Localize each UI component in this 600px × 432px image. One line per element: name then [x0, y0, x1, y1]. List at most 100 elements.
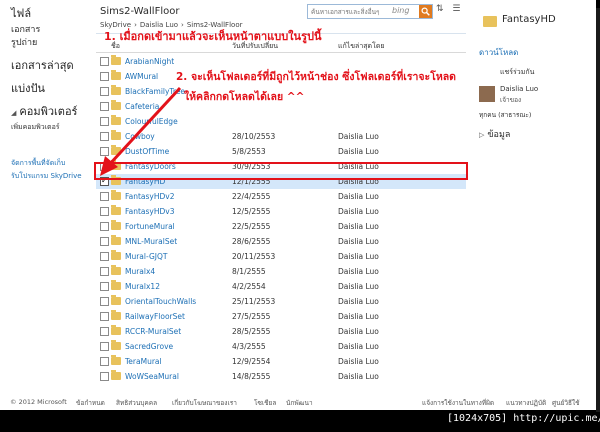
file-owner: Daislia Luo: [338, 207, 379, 216]
footer-link-privacy[interactable]: สิทธิส่วนบุคคล: [116, 398, 157, 408]
file-date: 14/8/2555: [232, 372, 271, 381]
row-checkbox[interactable]: [100, 282, 109, 291]
copyright: © 2012 Microsoft: [10, 398, 67, 406]
manage-storage-link[interactable]: จัดการพื้นที่จัดเก็บ: [11, 158, 65, 169]
file-date: 12/9/2554: [232, 357, 271, 366]
file-name[interactable]: Muralx12: [125, 282, 160, 291]
file-date: 4/2/2554: [232, 282, 266, 291]
footer-link-developers[interactable]: นักพัฒนา: [286, 398, 313, 408]
file-owner: Daislia Luo: [338, 297, 379, 306]
file-name[interactable]: Mural-GJQT: [125, 252, 167, 261]
table-row[interactable]: FortuneMural 22/5/2555 Daislia Luo: [96, 219, 466, 234]
annotation-step-1: 1. เมื่อกดเข้ามาแล้วจะเห็นหน้าตาแบบในรูป…: [104, 30, 322, 43]
folder-icon: [111, 70, 121, 80]
row-checkbox[interactable]: [100, 267, 109, 276]
owner-role: เจ้าของ: [500, 96, 522, 104]
search-button[interactable]: [419, 5, 432, 18]
footer-link-guidelines[interactable]: แนวทางปฏิบัติ: [506, 398, 546, 408]
row-checkbox[interactable]: [100, 207, 109, 216]
file-name[interactable]: FantasyHDv2: [125, 192, 174, 201]
row-checkbox[interactable]: [100, 357, 109, 366]
row-checkbox[interactable]: [100, 57, 109, 66]
file-date: 25/11/2553: [232, 297, 276, 306]
screenshot: ไฟล์ เอกสาร รูปถ่าย เอกสารล่าสุด แบ่งปัน…: [0, 0, 600, 432]
table-row[interactable]: RailwayFloorSet 27/5/2555 Daislia Luo: [96, 309, 466, 324]
table-row[interactable]: Muralx12 4/2/2554 Daislia Luo: [96, 279, 466, 294]
expand-triangle-icon[interactable]: ◢: [11, 109, 16, 117]
download-link[interactable]: ดาวน์โหลด: [479, 46, 518, 59]
table-row[interactable]: Muralx4 8/1/2555 Daislia Luo: [96, 264, 466, 279]
folder-icon: [111, 220, 121, 230]
search-placeholder: ค้นหาเอกสารและสิ่งอื่นๆ: [311, 8, 380, 16]
file-name[interactable]: AWMural: [125, 72, 158, 81]
sidebar-item-computers[interactable]: ◢ คอมพิวเตอร์: [11, 102, 77, 120]
row-checkbox[interactable]: [100, 342, 109, 351]
sidebar-item-recent[interactable]: เอกสารล่าสุด: [11, 56, 74, 74]
row-checkbox[interactable]: [100, 192, 109, 201]
file-name[interactable]: OrientalTouchWalls: [125, 297, 196, 306]
table-row[interactable]: WoWSeaMural 14/8/2555 Daislia Luo: [96, 369, 466, 384]
row-checkbox[interactable]: [100, 297, 109, 306]
sidebar-item-documents[interactable]: เอกสาร: [11, 22, 40, 36]
row-checkbox[interactable]: [100, 327, 109, 336]
owner-name[interactable]: Daislia Luo: [500, 85, 538, 93]
table-row[interactable]: Mural-GJQT 20/11/2553 Daislia Luo: [96, 249, 466, 264]
file-name[interactable]: RailwayFloorSet: [125, 312, 185, 321]
file-date: 28/10/2553: [232, 132, 276, 141]
footer-link-report-abuse[interactable]: แจ้งการใช้งานในทางที่ผิด: [422, 398, 494, 408]
folder-icon: [111, 295, 121, 305]
row-checkbox[interactable]: [100, 237, 109, 246]
file-name[interactable]: SacredGrove: [125, 342, 173, 351]
file-name[interactable]: TeraMural: [125, 357, 162, 366]
file-owner: Daislia Luo: [338, 147, 379, 156]
table-row[interactable]: RCCR-MuralSet 28/5/2555 Daislia Luo: [96, 324, 466, 339]
footer: © 2012 Microsoft ข้อกำหนด สิทธิส่วนบุคคล…: [0, 396, 596, 410]
add-computer-link[interactable]: เพิ่มคอมพิวเตอร์: [11, 122, 60, 133]
file-name[interactable]: ArabianNight: [125, 57, 174, 66]
file-owner: Daislia Luo: [338, 192, 379, 201]
sidebar-item-files[interactable]: ไฟล์: [11, 4, 31, 22]
file-name[interactable]: Muralx4: [125, 267, 155, 276]
file-date: 20/11/2553: [232, 252, 276, 261]
table-row[interactable]: TeraMural 12/9/2554 Daislia Luo: [96, 354, 466, 369]
row-checkbox[interactable]: [100, 72, 109, 81]
folder-icon: [111, 355, 121, 365]
get-skydrive-app-link[interactable]: รับโปรแกรม SkyDrive: [11, 171, 82, 182]
file-name[interactable]: RCCR-MuralSet: [125, 327, 181, 336]
search-input[interactable]: ค้นหาเอกสารและสิ่งอื่นๆ bing: [307, 4, 433, 19]
footer-link-terms[interactable]: ข้อกำหนด: [76, 398, 105, 408]
file-date: 22/5/2555: [232, 222, 271, 231]
file-owner: Daislia Luo: [338, 312, 379, 321]
footer-link-ads[interactable]: เกี่ยวกับโฆษณาของเรา: [172, 398, 237, 408]
footer-link-social[interactable]: โซเชียล: [254, 398, 276, 408]
file-name[interactable]: MNL-MuralSet: [125, 237, 177, 246]
table-row[interactable]: ArabianNight: [96, 54, 466, 69]
file-owner: Daislia Luo: [338, 282, 379, 291]
watermark: [1024x705] http://upic.me/: [447, 413, 600, 424]
file-date: 22/4/2555: [232, 192, 271, 201]
row-checkbox[interactable]: [100, 252, 109, 261]
footer-link-help[interactable]: ศูนย์วิธีใช้: [552, 398, 580, 408]
table-row[interactable]: MNL-MuralSet 28/6/2555 Daislia Luo: [96, 234, 466, 249]
sort-icon[interactable]: ⇅: [436, 4, 444, 14]
table-row[interactable]: OrientalTouchWalls 25/11/2553 Daislia Luo: [96, 294, 466, 309]
file-name[interactable]: WoWSeaMural: [125, 372, 179, 381]
table-row[interactable]: FantasyHDv2 22/4/2555 Daislia Luo: [96, 189, 466, 204]
file-name[interactable]: FantasyHDv3: [125, 207, 174, 216]
skydrive-window: ไฟล์ เอกสาร รูปถ่าย เอกสารล่าสุด แบ่งปัน…: [0, 0, 596, 410]
column-owner[interactable]: แก้ไขล่าสุดโดย: [338, 41, 385, 52]
row-checkbox[interactable]: [100, 222, 109, 231]
folder-icon: [111, 325, 121, 335]
row-checkbox[interactable]: [100, 372, 109, 381]
sidebar-item-photos[interactable]: รูปถ่าย: [11, 35, 37, 49]
folder-icon: [111, 205, 121, 215]
sidebar-item-shared[interactable]: แบ่งปัน: [11, 79, 45, 97]
table-row[interactable]: FantasyHDv3 12/5/2555 Daislia Luo: [96, 204, 466, 219]
file-owner: Daislia Luo: [338, 267, 379, 276]
file-name[interactable]: FortuneMural: [125, 222, 175, 231]
info-section[interactable]: ▷ ข้อมูล: [479, 127, 510, 141]
table-row[interactable]: SacredGrove 4/3/2555 Daislia Luo: [96, 339, 466, 354]
details-view-icon[interactable]: ☰: [452, 4, 460, 14]
row-checkbox[interactable]: [100, 312, 109, 321]
file-owner: Daislia Luo: [338, 132, 379, 141]
